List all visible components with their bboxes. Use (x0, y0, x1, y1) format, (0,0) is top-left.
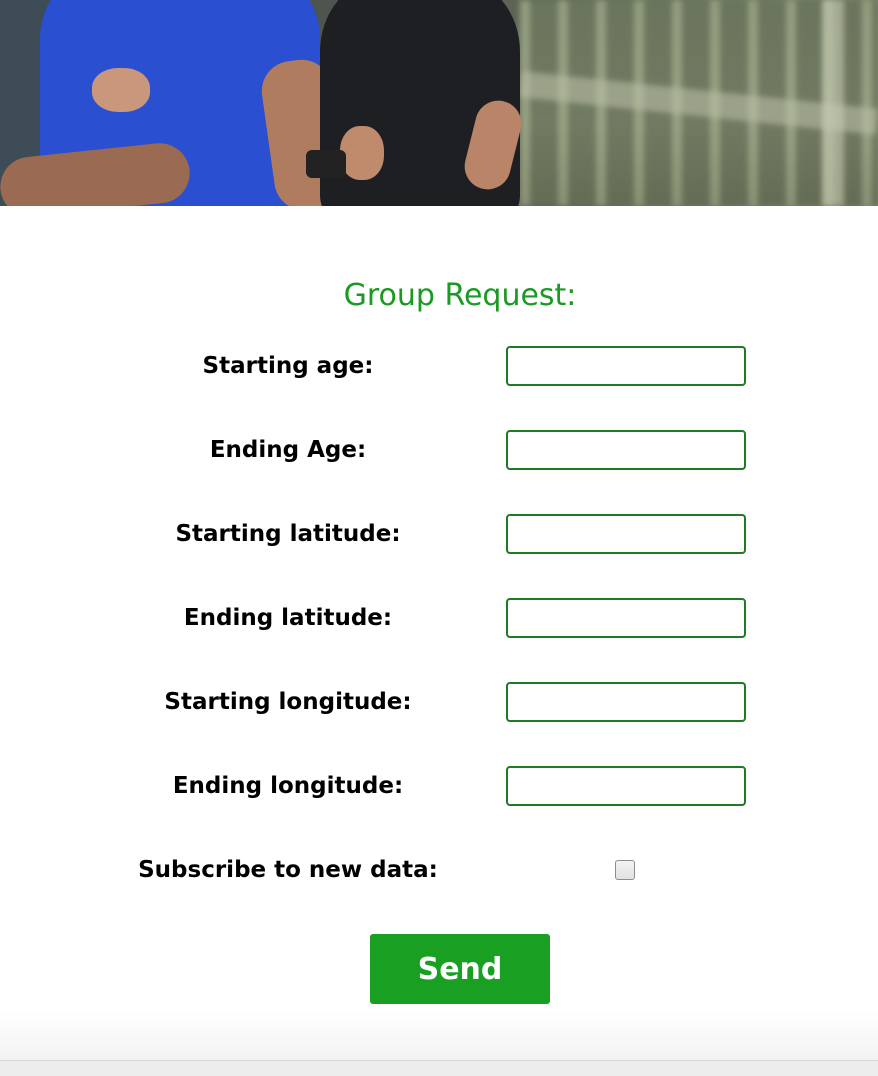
footer-shadow (0, 1010, 878, 1060)
starting-latitude-input[interactable] (506, 514, 746, 554)
ending-longitude-row: Ending longitude: (0, 766, 878, 806)
ending-longitude-input[interactable] (506, 766, 746, 806)
ending-longitude-label: Ending longitude: (172, 773, 404, 799)
starting-latitude-label: Starting latitude: (175, 521, 401, 547)
wristwatch (306, 150, 346, 178)
ending-age-row: Ending Age: (0, 430, 878, 470)
starting-longitude-input[interactable] (506, 682, 746, 722)
ending-latitude-row: Ending latitude: (0, 598, 878, 638)
send-button[interactable]: Send (370, 934, 550, 1004)
starting-age-row: Starting age: (0, 346, 878, 386)
form-title: Group Request: (343, 278, 577, 313)
starting-age-label: Starting age: (202, 353, 374, 379)
fence-post (822, 0, 844, 206)
runner-hand (340, 126, 384, 180)
ending-age-label: Ending Age: (209, 437, 367, 463)
ending-latitude-input[interactable] (506, 598, 746, 638)
subscribe-checkbox[interactable] (615, 860, 635, 880)
starting-longitude-row: Starting longitude: (0, 682, 878, 722)
ending-age-input[interactable] (506, 430, 746, 470)
subscribe-row: Subscribe to new data: (0, 850, 878, 890)
starting-longitude-label: Starting longitude: (164, 689, 412, 715)
hero-image (0, 0, 878, 206)
ending-latitude-label: Ending latitude: (183, 605, 393, 631)
starting-age-input[interactable] (506, 346, 746, 386)
starting-latitude-row: Starting latitude: (0, 514, 878, 554)
footer-bar (0, 1061, 878, 1076)
runner-hand (92, 68, 150, 112)
subscribe-label: Subscribe to new data: (138, 857, 438, 883)
